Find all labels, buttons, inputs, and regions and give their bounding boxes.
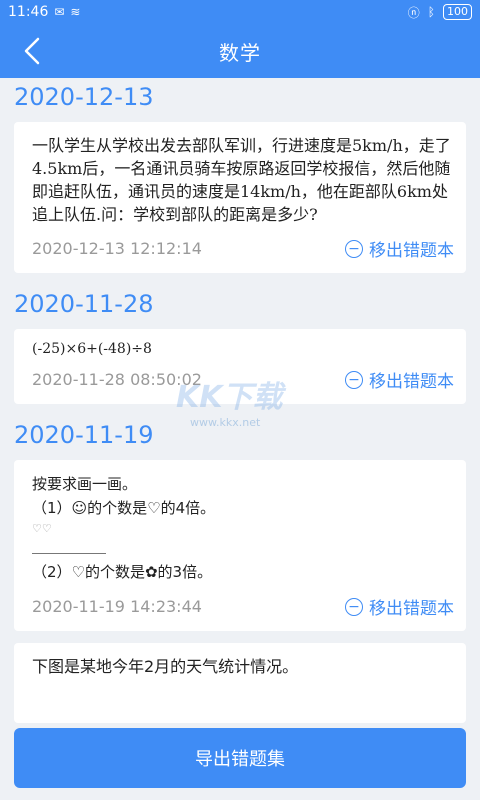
back-button[interactable] xyxy=(14,33,50,69)
bottom-bar: 导出错题集 xyxy=(0,728,480,800)
chevron-left-icon xyxy=(24,37,40,65)
answer-blank-line xyxy=(32,538,106,554)
remove-label: 移出错题本 xyxy=(369,372,454,392)
status-right: ⓝ ᛒ 100 xyxy=(408,4,472,21)
question-line: 按要求画一画。 xyxy=(32,475,138,493)
card-meta: 2020-11-28 08:50:02 − 移出错题本 xyxy=(32,367,454,392)
question-line: （2）♡的个数是✿的3倍。 xyxy=(32,563,213,581)
remove-label: 移出错题本 xyxy=(369,599,454,619)
status-bar: 11:46 ✉ ≋ ⓝ ᛒ 100 xyxy=(0,0,480,24)
battery-indicator: 100 xyxy=(443,4,472,20)
remove-from-wrongbook-button[interactable]: − 移出错题本 xyxy=(345,236,454,261)
card-meta: 2020-11-19 14:23:44 − 移出错题本 xyxy=(32,594,454,619)
app-bar: 数学 xyxy=(0,24,480,78)
question-card[interactable]: 按要求画一画。 （1）☺的个数是♡的4倍。 ♡♡ （2）♡的个数是✿的3倍。 2… xyxy=(14,460,466,631)
wrong-question-list[interactable]: 2020-12-13 一队学生从学校出发去部队军训，行进速度是5km/h，走了4… xyxy=(0,78,480,728)
question-timestamp: 2020-12-13 12:12:14 xyxy=(32,239,202,258)
wifi-icon: ≋ xyxy=(70,5,81,19)
card-meta: 2020-12-13 12:12:14 − 移出错题本 xyxy=(32,236,454,261)
page-title: 数学 xyxy=(219,40,261,65)
question-line: 下图是某地今年2月的天气统计情况。 xyxy=(32,657,299,676)
question-card[interactable]: (-25)×6+(-48)÷8 2020-11-28 08:50:02 − 移出… xyxy=(14,329,466,404)
question-card[interactable]: 下图是某地今年2月的天气统计情况。 xyxy=(14,643,466,723)
question-card[interactable]: 一队学生从学校出发去部队军训，行进速度是5km/h，走了4.5km后，一名通讯员… xyxy=(14,122,466,273)
minus-circle-icon: − xyxy=(345,597,363,616)
question-timestamp: 2020-11-28 08:50:02 xyxy=(32,370,202,389)
export-wrong-questions-button[interactable]: 导出错题集 xyxy=(14,728,466,788)
status-time: 11:46 xyxy=(8,4,49,20)
group-date-header: 2020-12-13 xyxy=(14,83,154,111)
notification-icon: ✉ xyxy=(54,5,65,19)
group-date-header: 2020-11-19 xyxy=(14,421,154,449)
group-date-header: 2020-11-28 xyxy=(14,290,154,318)
minus-circle-icon: − xyxy=(345,239,363,258)
remove-from-wrongbook-button[interactable]: − 移出错题本 xyxy=(345,594,454,619)
hearts-figure: ♡♡ xyxy=(32,522,52,535)
remove-from-wrongbook-button[interactable]: − 移出错题本 xyxy=(345,367,454,392)
question-formula: (-25)×6+(-48)÷8 xyxy=(32,341,152,357)
remove-label: 移出错题本 xyxy=(369,241,454,261)
question-text: 一队学生从学校出发去部队军训，行进速度是5km/h，走了4.5km后，一名通讯员… xyxy=(32,136,451,224)
question-line: （1）☺的个数是♡的4倍。 xyxy=(32,499,216,517)
nfc-icon: ⓝ xyxy=(407,5,420,20)
question-timestamp: 2020-11-19 14:23:44 xyxy=(32,597,202,616)
bluetooth-icon: ᛒ xyxy=(427,5,435,19)
minus-circle-icon: − xyxy=(345,370,363,389)
